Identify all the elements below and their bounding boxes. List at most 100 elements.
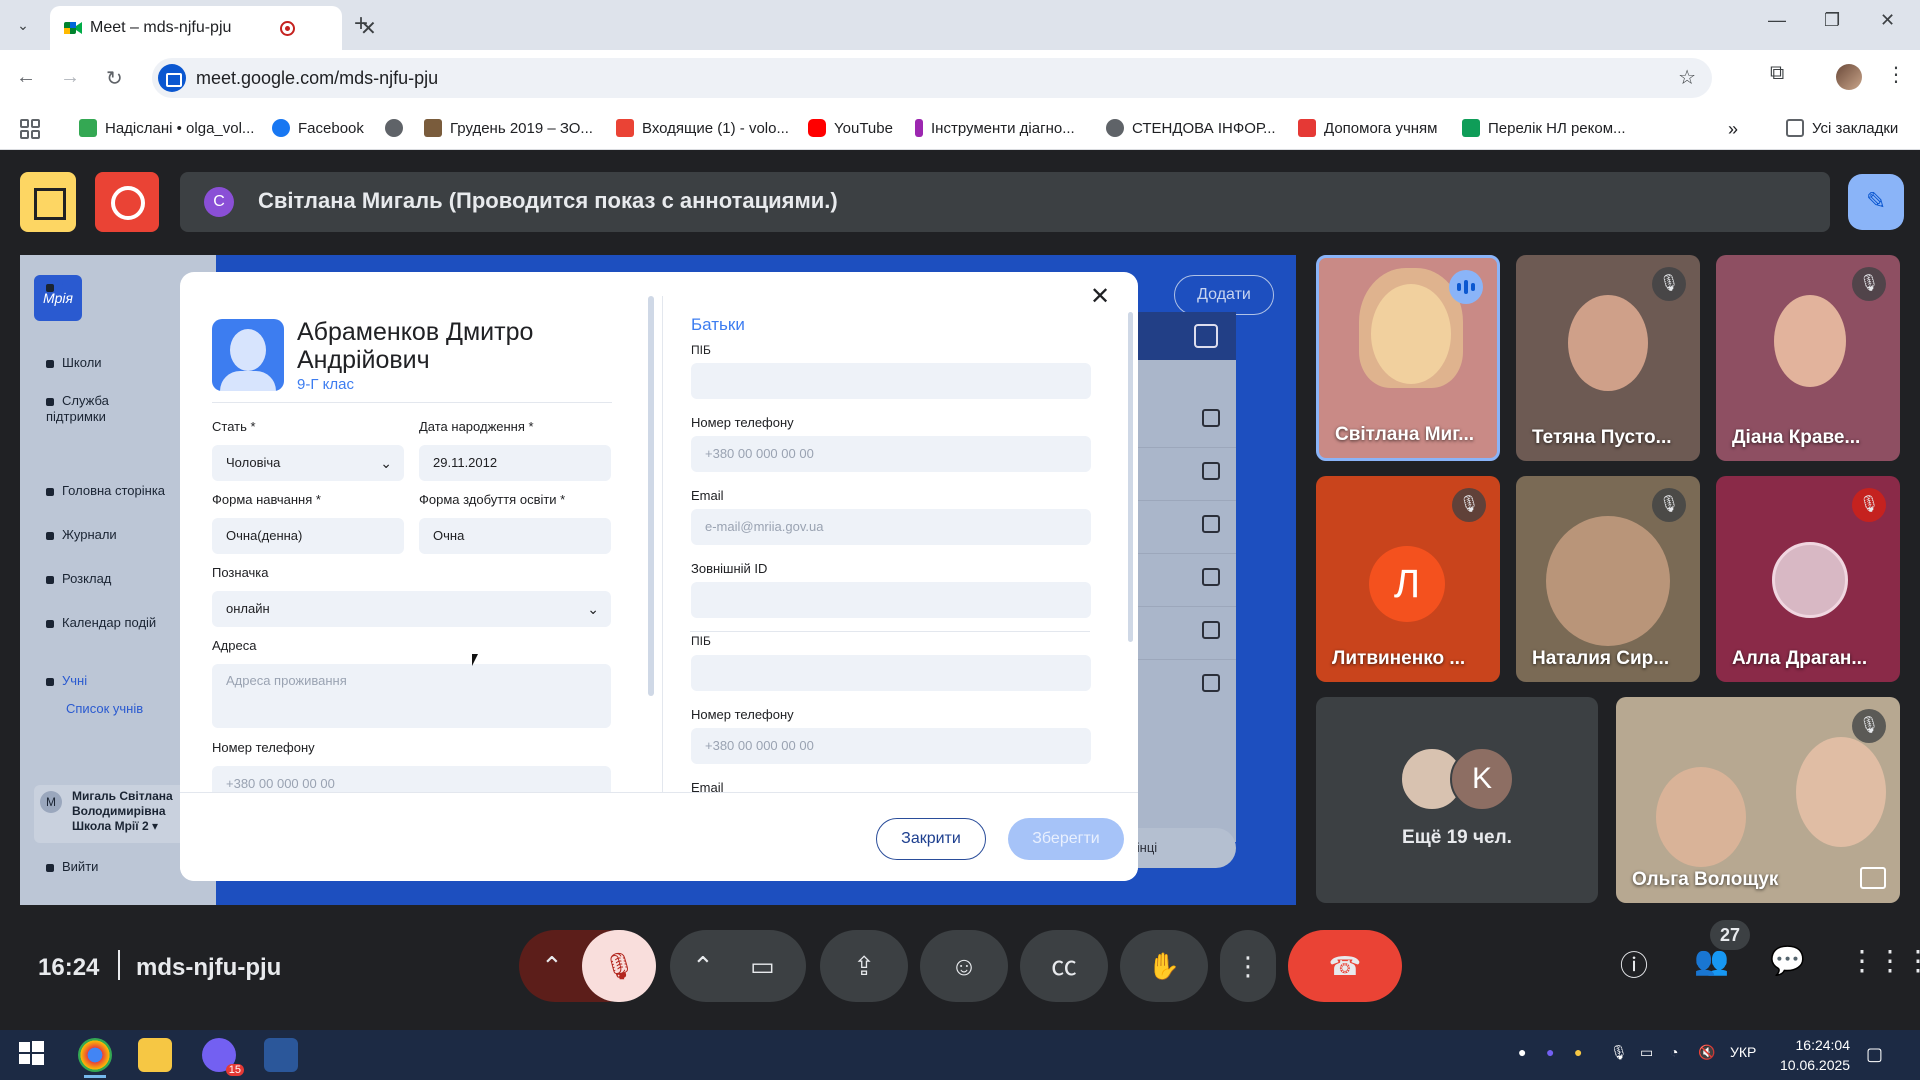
sidebar-item-student-list[interactable]: Список учнів bbox=[66, 701, 143, 716]
extensions-icon[interactable]: ⧉ bbox=[1770, 62, 1784, 85]
bookmark-item[interactable]: Входящие (1) - volo... bbox=[616, 119, 789, 137]
bookmark-item[interactable]: Грудень 2019 – ЗО... bbox=[424, 119, 593, 137]
participant-tile[interactable]: 🎙 Діана Краве... bbox=[1716, 255, 1900, 461]
activities-grid-icon[interactable]: ⋮⋮⋮ bbox=[1848, 944, 1920, 977]
profile-avatar[interactable] bbox=[1836, 64, 1862, 90]
new-tab-icon[interactable]: + bbox=[354, 10, 368, 38]
network-icon[interactable]: ◔ bbox=[1670, 1044, 1678, 1060]
apps-grid-icon[interactable] bbox=[20, 119, 40, 139]
reload-icon[interactable]: ↻ bbox=[106, 66, 123, 91]
birth-date-field[interactable]: 29.11.2012 bbox=[419, 445, 611, 481]
edit-icon[interactable] bbox=[1202, 674, 1220, 692]
participant-tile[interactable]: Л 🎙 Литвиненко ... bbox=[1316, 476, 1500, 682]
leave-call-button[interactable]: ☎ bbox=[1288, 930, 1402, 1002]
participant-tile[interactable]: 🎙 Наталия Сир... bbox=[1516, 476, 1700, 682]
file-explorer-icon[interactable] bbox=[138, 1038, 172, 1072]
participant-tile[interactable]: Світлана Миг... bbox=[1316, 255, 1500, 461]
close-button[interactable]: Закрити bbox=[876, 818, 986, 860]
address-bar[interactable]: meet.google.com/mds-njfu-pju ☆ bbox=[152, 58, 1712, 98]
edit-icon[interactable] bbox=[1202, 621, 1220, 639]
window-close-icon[interactable]: ✕ bbox=[1880, 10, 1895, 31]
sidebar-item-schedule[interactable]: Розклад bbox=[46, 571, 111, 586]
reactions-button[interactable]: ☺ bbox=[920, 930, 1008, 1002]
fullscreen-icon[interactable]: ⛶ bbox=[46, 280, 70, 295]
expand-icon[interactable] bbox=[1860, 867, 1886, 889]
chat-icon[interactable]: 💬 bbox=[1770, 944, 1805, 977]
tray-app-icon[interactable]: ● bbox=[1518, 1044, 1526, 1060]
viber-icon[interactable]: 15 bbox=[202, 1038, 244, 1076]
bookmark-item[interactable]: Допомога учням bbox=[1298, 119, 1437, 137]
notifications-icon[interactable]: ▢ bbox=[1866, 1044, 1883, 1065]
viber-tray-icon[interactable]: ● bbox=[1546, 1044, 1554, 1060]
word-icon[interactable] bbox=[264, 1038, 298, 1072]
sidebar-item-students[interactable]: Учні bbox=[46, 673, 87, 688]
add-button[interactable]: Додати bbox=[1174, 275, 1274, 315]
volume-muted-icon[interactable]: 🔇 bbox=[1698, 1044, 1715, 1061]
meeting-info-icon[interactable]: ⓘ bbox=[1620, 944, 1648, 984]
present-screen-button[interactable]: ⇪ bbox=[820, 930, 908, 1002]
bookmark-item[interactable]: СТЕНДОВА ІНФОР... bbox=[1106, 119, 1276, 137]
recording-button[interactable] bbox=[95, 172, 159, 232]
forward-icon[interactable]: → bbox=[60, 66, 80, 89]
sidebar-item-support[interactable]: Служба підтримки bbox=[46, 393, 146, 425]
battery-icon[interactable]: ▭ bbox=[1640, 1044, 1653, 1061]
parent-email-field[interactable]: e-mail@mriia.gov.ua bbox=[691, 509, 1091, 545]
more-bookmarks-icon[interactable]: » bbox=[1728, 119, 1738, 140]
scrollbar[interactable] bbox=[648, 296, 654, 696]
export-icon[interactable] bbox=[1194, 324, 1218, 348]
bookmark-item[interactable]: Перелік НЛ реком... bbox=[1462, 119, 1626, 137]
mark-select[interactable]: онлайн ⌄ bbox=[212, 591, 611, 627]
mic-toggle-button[interactable]: 🎙 bbox=[582, 930, 656, 1002]
bookmark-item[interactable]: Надіслані • olga_vol... bbox=[79, 119, 254, 137]
minimize-icon[interactable]: — bbox=[1768, 10, 1786, 31]
captions-button[interactable]: ㏄ bbox=[1020, 930, 1108, 1002]
participant-tile[interactable]: 🎙 Алла Драган... bbox=[1716, 476, 1900, 682]
browser-tab-meet[interactable]: Meet – mds-njfu-pju ✕ bbox=[50, 6, 377, 50]
taskbar-clock[interactable]: 16:24:04 10.06.2025 bbox=[1780, 1035, 1850, 1075]
parent-name-field[interactable] bbox=[691, 363, 1091, 399]
language-indicator[interactable]: УКР bbox=[1730, 1044, 1756, 1060]
url-text[interactable]: meet.google.com/mds-njfu-pju bbox=[196, 68, 438, 89]
participant-tile[interactable]: 🎙 Ольга Волощук bbox=[1616, 697, 1900, 903]
mic-icon[interactable]: 🎙 bbox=[1610, 1044, 1628, 1061]
camera-options-button[interactable]: ⌃ ▭ bbox=[670, 930, 806, 1002]
annotation-pen-icon[interactable]: ✎ bbox=[1848, 174, 1904, 230]
save-button[interactable]: Зберегти bbox=[1008, 818, 1124, 860]
chrome-icon[interactable] bbox=[78, 1038, 112, 1078]
sidebar-item-journals[interactable]: Журнали bbox=[46, 527, 117, 542]
bookmark-star-icon[interactable]: ☆ bbox=[1678, 65, 1696, 90]
edit-icon[interactable] bbox=[1202, 515, 1220, 533]
edit-icon[interactable] bbox=[1202, 568, 1220, 586]
menu-kebab-icon[interactable]: ⋮ bbox=[1886, 62, 1906, 87]
stop-presenting-icon[interactable] bbox=[20, 172, 76, 232]
sidebar-item-calendar[interactable]: Календар подій bbox=[46, 615, 156, 630]
address-field[interactable]: Адреса проживання bbox=[212, 664, 611, 728]
parent2-phone-field[interactable]: +380 00 000 00 00 bbox=[691, 728, 1091, 764]
logout-link[interactable]: Вийти bbox=[46, 859, 98, 874]
bookmark-item[interactable] bbox=[385, 119, 403, 137]
edit-icon[interactable] bbox=[1202, 409, 1220, 427]
edit-icon[interactable] bbox=[1202, 462, 1220, 480]
bookmark-item[interactable]: YouTube bbox=[808, 119, 893, 137]
raise-hand-button[interactable]: ✋ bbox=[1120, 930, 1208, 1002]
sidebar-item-schools[interactable]: Школи bbox=[46, 355, 102, 370]
site-info-icon[interactable] bbox=[158, 64, 186, 92]
edu-form-field[interactable]: Очна bbox=[419, 518, 611, 554]
more-options-button[interactable]: ⋮ bbox=[1220, 930, 1276, 1002]
parent2-name-field[interactable] bbox=[691, 655, 1091, 691]
scrollbar[interactable] bbox=[1128, 312, 1133, 642]
close-icon[interactable]: ✕ bbox=[1090, 282, 1110, 311]
bookmark-item[interactable]: Facebook bbox=[272, 119, 364, 137]
parent-phone-field[interactable]: +380 00 000 00 00 bbox=[691, 436, 1091, 472]
gender-select[interactable]: Чоловіча ⌄ bbox=[212, 445, 404, 481]
people-icon[interactable]: 👥 bbox=[1694, 944, 1729, 977]
tray-app-icon[interactable]: ● bbox=[1574, 1044, 1582, 1060]
participant-tile[interactable]: 🎙 Тетяна Пусто... bbox=[1516, 255, 1700, 461]
external-id-field[interactable] bbox=[691, 582, 1091, 618]
all-bookmarks[interactable]: Усі закладки bbox=[1786, 119, 1898, 137]
bookmark-item[interactable]: Інструменти діагно... bbox=[915, 119, 1075, 137]
back-icon[interactable]: ← bbox=[16, 66, 36, 89]
tab-search-icon[interactable]: ⌄ bbox=[10, 12, 36, 38]
windows-start-icon[interactable] bbox=[16, 1038, 50, 1072]
more-participants-tile[interactable]: K Ещё 19 чел. bbox=[1316, 697, 1598, 903]
